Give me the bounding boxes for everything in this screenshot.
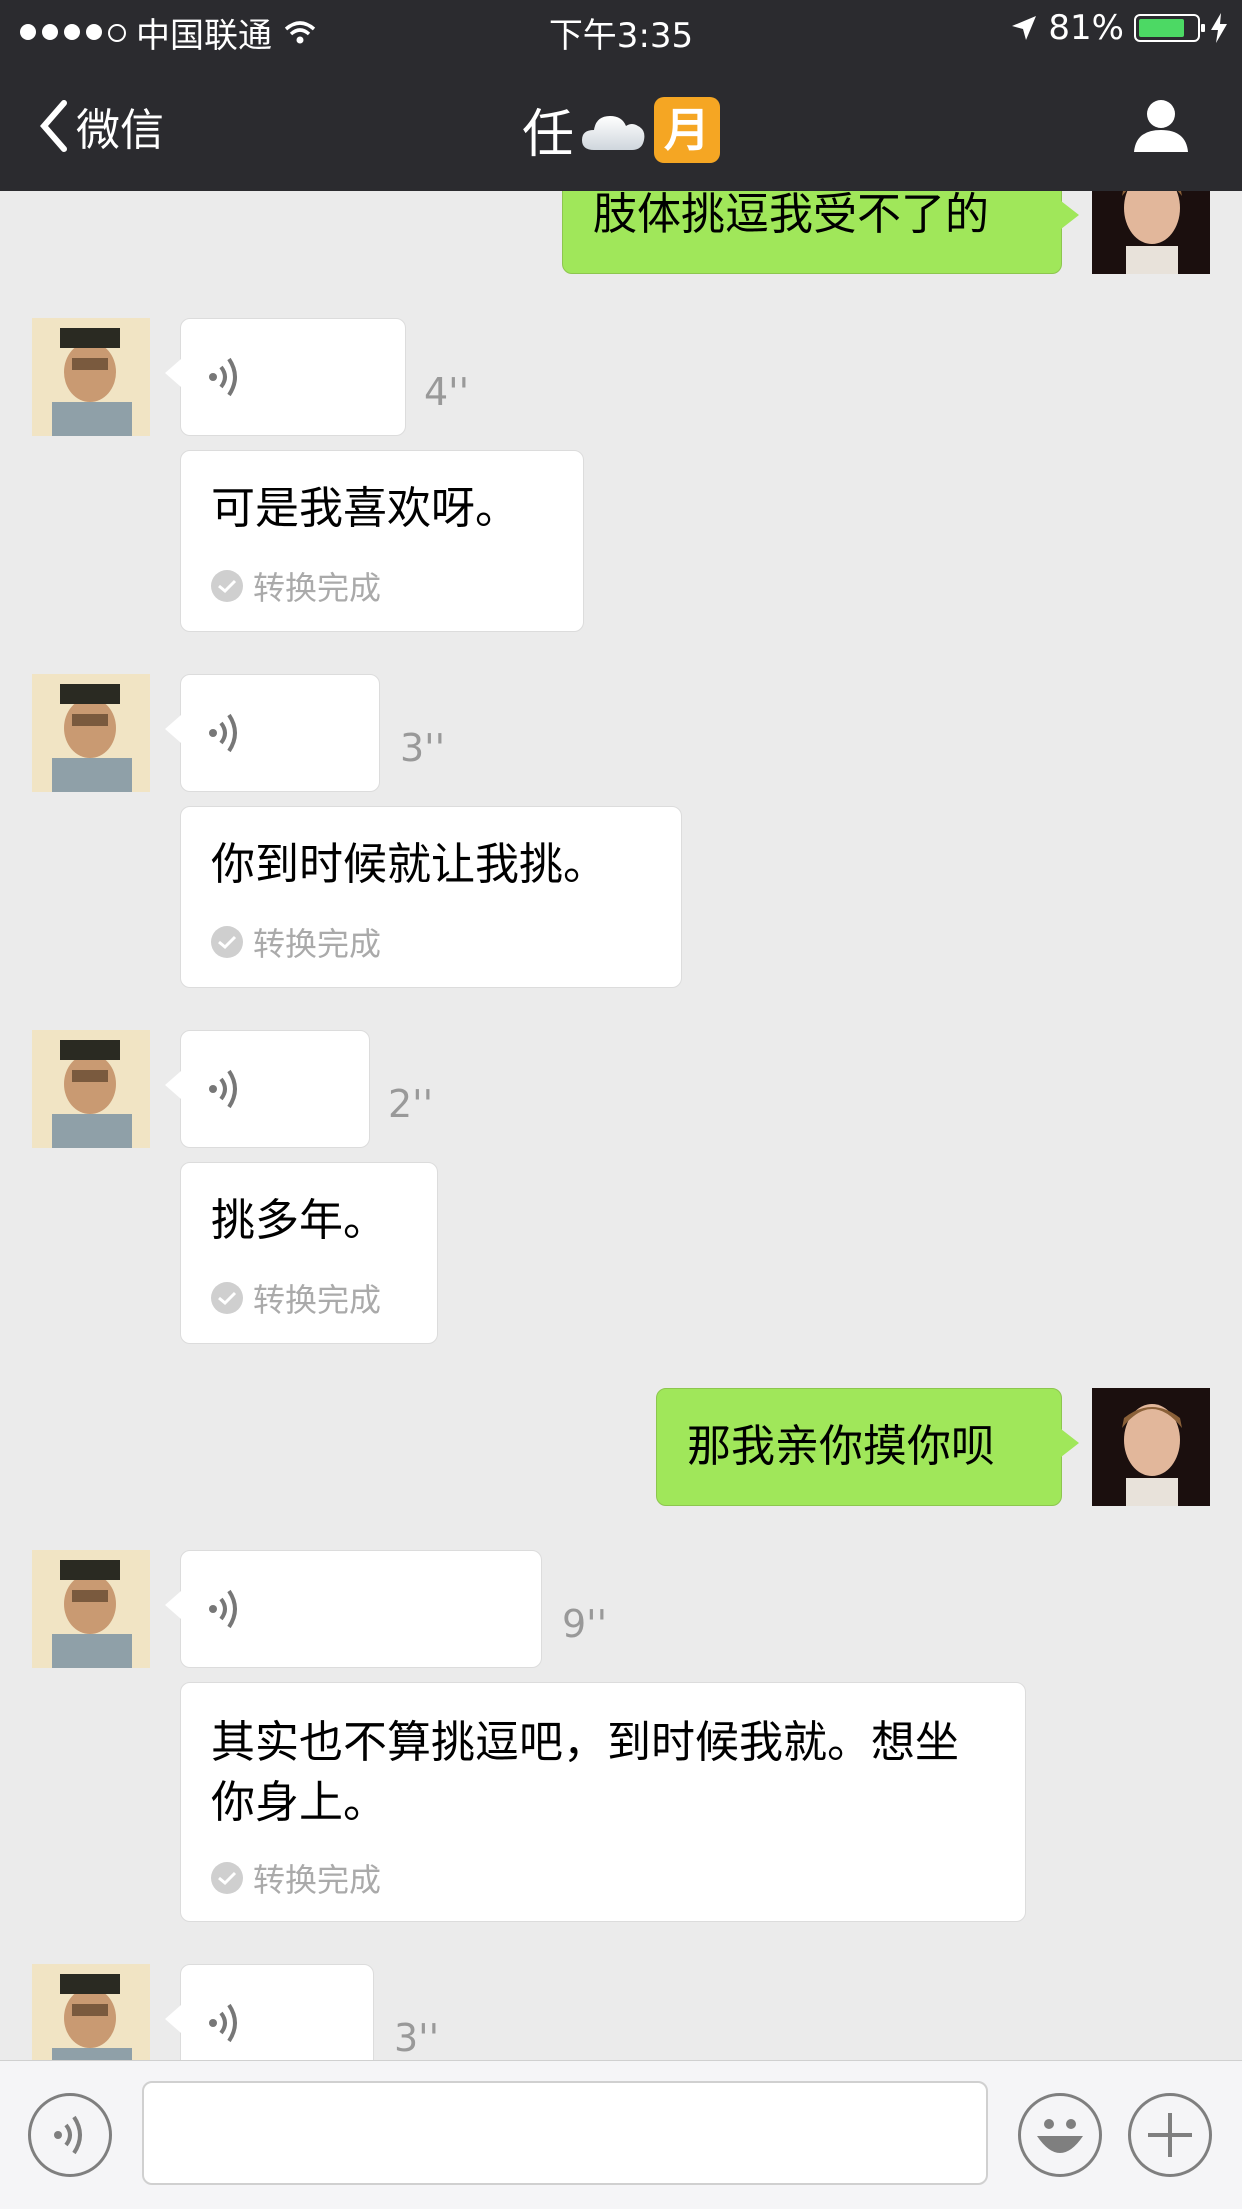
message-bubble-outgoing[interactable]: 那我亲你摸你呗 <box>656 1388 1079 1506</box>
emoji-button[interactable] <box>1018 2093 1102 2177</box>
conversion-status: 转换完成 <box>211 1855 381 1901</box>
voice-transcript[interactable]: 你到时候就让我挑。 转换完成 <box>180 806 682 988</box>
transcript-text: 你到时候就让我挑。 <box>211 839 607 890</box>
transcript-text: 挑多年。 <box>211 1195 387 1246</box>
cloud-emoji-icon <box>582 115 645 150</box>
voice-icon <box>54 2115 82 2155</box>
friend-avatar[interactable] <box>32 1964 150 2060</box>
top-bar: 中国联通 下午3:35 81% 微信 任 月 <box>0 0 1242 191</box>
voice-message[interactable] <box>165 674 380 792</box>
status-right: 81% <box>1010 8 1228 48</box>
voice-toggle-button[interactable] <box>28 2093 112 2177</box>
chat-info-button[interactable] <box>1132 96 1190 158</box>
message-text: 肢体挑逗我受不了的 <box>593 189 989 240</box>
voice-message[interactable] <box>165 1550 542 1668</box>
voice-transcript[interactable]: 可是我喜欢呀。 转换完成 <box>180 450 584 632</box>
voice-duration: 3'' <box>394 2016 440 2060</box>
battery-percent: 81% <box>1048 8 1124 48</box>
conversion-status: 转换完成 <box>211 919 381 965</box>
voice-wave-icon <box>209 1589 237 1629</box>
chat-title: 任 月 <box>0 92 1242 167</box>
check-circle-icon <box>211 1282 243 1314</box>
transcript-text: 其实也不算挑逗吧，到时候我就。想坐你身上。 <box>211 1717 959 1828</box>
my-avatar[interactable] <box>1092 1388 1210 1506</box>
friend-avatar[interactable] <box>32 1550 150 1668</box>
check-circle-icon <box>211 926 243 958</box>
voice-wave-icon <box>209 1069 237 1109</box>
person-icon <box>1134 100 1188 152</box>
voice-message[interactable] <box>165 1964 374 2060</box>
plus-icon <box>1148 2113 1192 2157</box>
friend-avatar[interactable] <box>32 318 150 436</box>
voice-wave-icon <box>209 357 237 397</box>
friend-avatar[interactable] <box>32 1030 150 1148</box>
moon-emoji-badge: 月 <box>654 96 720 163</box>
chat-area[interactable]: 肢体挑逗我受不了的 4'' 可是我喜欢呀。 转换完成 3'' 你到时候就让我挑。… <box>0 0 1242 2060</box>
status-bar: 中国联通 下午3:35 81% <box>0 0 1242 62</box>
nav-bar: 微信 任 月 <box>0 62 1242 191</box>
location-arrow-icon <box>1012 16 1037 40</box>
voice-transcript[interactable]: 挑多年。 转换完成 <box>180 1162 438 1344</box>
message-input[interactable] <box>142 2081 988 2185</box>
check-circle-icon <box>211 1862 243 1894</box>
emoji-icon <box>1037 2119 1083 2153</box>
battery-icon <box>1134 14 1205 42</box>
transcript-text: 可是我喜欢呀。 <box>211 483 519 534</box>
voice-message[interactable] <box>165 1030 370 1148</box>
contact-name: 任 <box>521 105 574 165</box>
voice-duration: 9'' <box>562 1602 608 1646</box>
check-circle-icon <box>211 570 243 602</box>
conversion-status: 转换完成 <box>211 1275 381 1321</box>
voice-duration: 2'' <box>388 1082 434 1126</box>
voice-transcript[interactable]: 其实也不算挑逗吧，到时候我就。想坐你身上。 转换完成 <box>180 1682 1026 1922</box>
more-button[interactable] <box>1128 2093 1212 2177</box>
charging-bolt-icon <box>1211 13 1227 43</box>
voice-wave-icon <box>209 713 237 753</box>
message-text: 那我亲你摸你呗 <box>687 1421 995 1472</box>
voice-duration: 3'' <box>400 726 446 770</box>
conversion-status: 转换完成 <box>211 563 381 609</box>
input-bar <box>0 2060 1242 2209</box>
friend-avatar[interactable] <box>32 674 150 792</box>
voice-message[interactable] <box>165 318 406 436</box>
voice-wave-icon <box>209 2003 237 2043</box>
voice-duration: 4'' <box>424 370 470 414</box>
